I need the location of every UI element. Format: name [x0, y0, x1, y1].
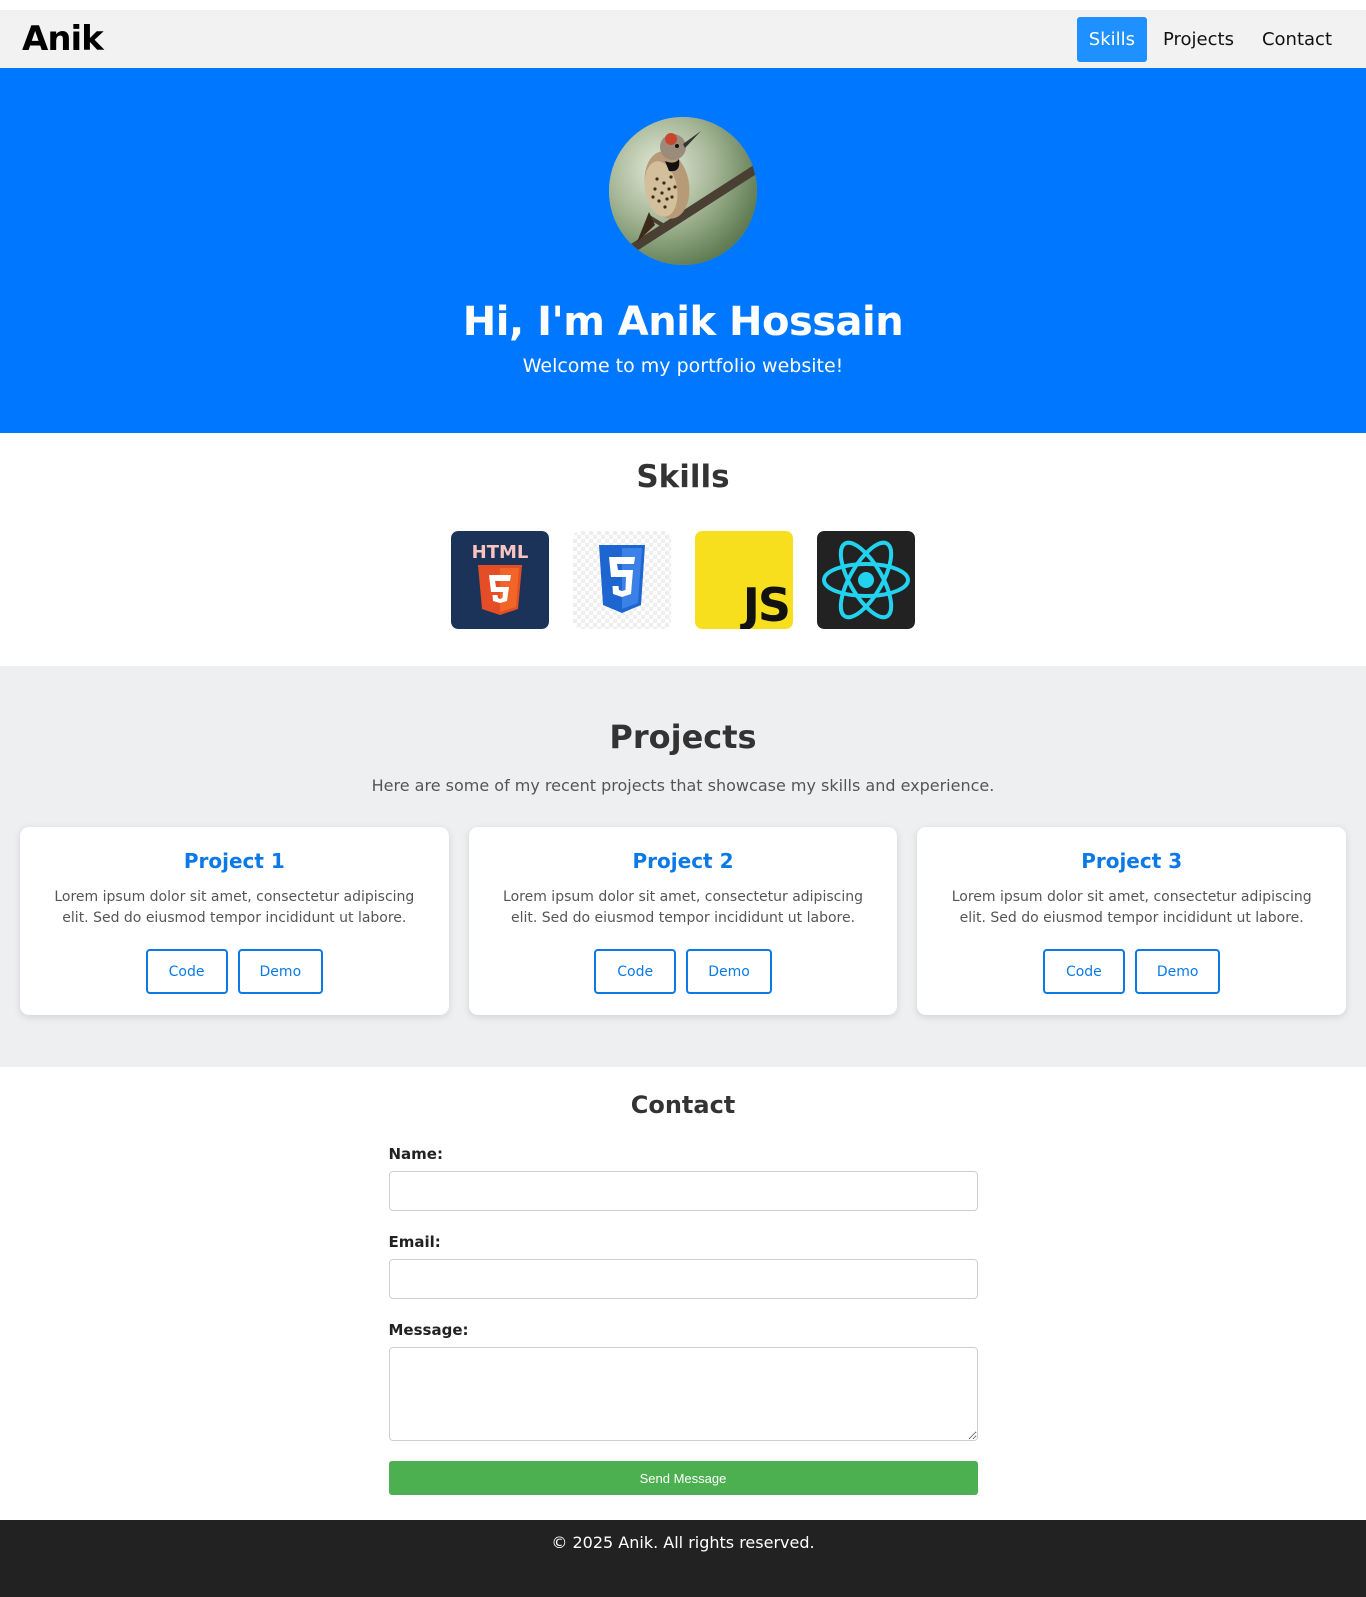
hero-section: Hi, I'm Anik Hossain Welcome to my portf… [0, 68, 1366, 433]
project-buttons: Code Demo [493, 949, 874, 994]
nav-link-skills[interactable]: Skills [1076, 16, 1147, 62]
svg-text:JS: JS [740, 578, 789, 629]
skills-title: Skills [636, 459, 730, 495]
project-buttons: Code Demo [941, 949, 1322, 994]
site-header: Anik Skills Projects Contact [0, 0, 1366, 68]
skills-section: Skills HTML JS [0, 433, 1366, 666]
project-card: Project 2 Lorem ipsum dolor sit amet, co… [468, 827, 898, 1015]
svg-text:HTML: HTML [472, 542, 529, 563]
message-label: Message: [388, 1321, 469, 1339]
project-title: Project 1 [183, 849, 285, 873]
message-field[interactable] [388, 1347, 978, 1441]
project-cards: Project 1 Lorem ipsum dolor sit amet, co… [20, 827, 1347, 1015]
project-3-demo-button[interactable]: Demo [1134, 949, 1221, 994]
project-2-demo-button[interactable]: Demo [686, 949, 772, 994]
email-field[interactable] [388, 1259, 978, 1299]
project-description: Lorem ipsum dolor sit amet, consectetur … [503, 889, 863, 926]
nav-link-projects[interactable]: Projects [1151, 17, 1246, 62]
message-group: Message: [388, 1321, 978, 1441]
profile-avatar [609, 117, 757, 265]
hero-title: Hi, I'm Anik Hossain [462, 299, 904, 345]
project-card: Project 3 Lorem ipsum dolor sit amet, co… [917, 827, 1347, 1015]
site-logo[interactable]: Anik [22, 19, 104, 59]
email-group: Email: [388, 1233, 978, 1299]
email-label: Email: [388, 1233, 441, 1251]
project-1-demo-button[interactable]: Demo [237, 949, 324, 994]
send-message-button[interactable]: Send Message [388, 1461, 978, 1495]
name-field[interactable] [388, 1171, 978, 1211]
nav-link-contact[interactable]: Contact [1250, 17, 1344, 62]
project-title: Project 3 [1081, 849, 1183, 873]
skill-icons-row: HTML JS [0, 531, 1366, 629]
project-description: Lorem ipsum dolor sit amet, consectetur … [951, 889, 1312, 926]
project-title: Project 2 [632, 849, 734, 873]
projects-intro: Here are some of my recent projects that… [371, 776, 995, 795]
html5-icon: HTML [451, 531, 549, 629]
name-group: Name: [388, 1145, 978, 1211]
javascript-icon: JS [695, 531, 793, 629]
project-description: Lorem ipsum dolor sit amet, consectetur … [54, 889, 415, 926]
project-1-code-button[interactable]: Code [145, 949, 228, 994]
contact-section: Contact Name: Email: Message: Send Messa… [0, 1067, 1366, 1520]
project-card: Project 1 Lorem ipsum dolor sit amet, co… [20, 827, 449, 1015]
project-3-code-button[interactable]: Code [1042, 949, 1125, 994]
footer-copyright: © 2025 Anik. All rights reserved. [551, 1533, 815, 1552]
project-2-code-button[interactable]: Code [594, 949, 677, 994]
bird-photo-image [609, 117, 757, 265]
site-footer: © 2025 Anik. All rights reserved. [0, 1520, 1366, 1597]
contact-title: Contact [630, 1091, 736, 1119]
projects-section: Projects Here are some of my recent proj… [0, 666, 1366, 1067]
projects-title: Projects [609, 718, 757, 756]
css3-icon [573, 531, 671, 629]
hero-subtitle: Welcome to my portfolio website! [522, 355, 844, 377]
project-buttons: Code Demo [44, 949, 425, 994]
name-label: Name: [388, 1145, 443, 1163]
contact-form: Name: Email: Message: Send Message [388, 1145, 978, 1495]
react-icon [817, 531, 915, 629]
main-nav: Skills Projects Contact [1076, 16, 1344, 62]
